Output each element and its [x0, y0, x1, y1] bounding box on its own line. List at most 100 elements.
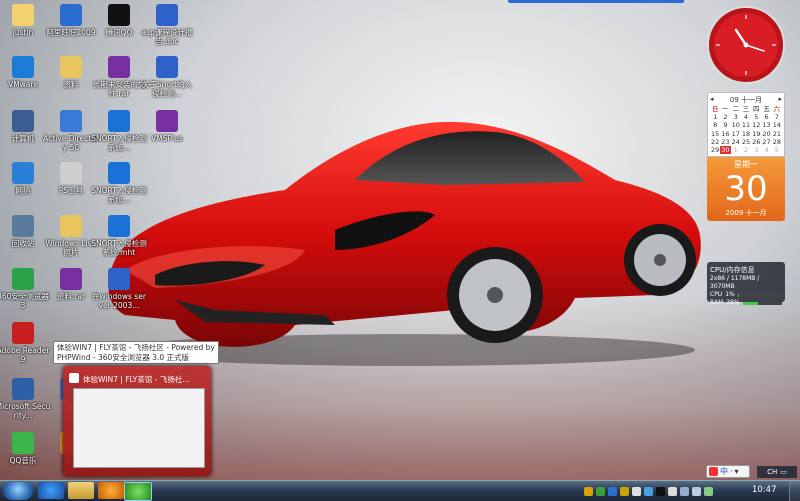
browser-icon [69, 373, 79, 383]
calendar-day[interactable]: 22 [710, 138, 720, 146]
desktop-icon-image [156, 56, 178, 78]
tray-network-icon[interactable] [680, 487, 689, 496]
calendar-gadget[interactable]: ◂ 09 十一月 ▸ 日一二三四五六1234567891011121314151… [707, 92, 785, 221]
top-edge-window [508, 0, 684, 3]
taskbar-clock[interactable]: 10:47 [752, 485, 777, 495]
desktop-icon-image [60, 110, 82, 132]
calendar-day[interactable]: 16 [720, 130, 730, 138]
calendar-day[interactable]: 2 [741, 146, 751, 154]
calendar-day[interactable]: 7 [772, 113, 782, 121]
desktop-icon-image [60, 268, 82, 290]
calendar-day[interactable]: 9 [720, 121, 730, 129]
desktop-icon-image [108, 110, 130, 132]
tray-globe-icon[interactable] [644, 487, 653, 496]
calendar-day[interactable]: 15 [710, 130, 720, 138]
ime-bar[interactable]: 中 · ▾ [706, 465, 750, 478]
tray-app-icon[interactable] [632, 487, 641, 496]
calendar-day[interactable]: 17 [731, 130, 741, 138]
desktop-icon-image [12, 4, 34, 26]
calendar-day[interactable]: 1 [731, 146, 741, 154]
calendar-weekday-header: 三 [741, 105, 751, 113]
desktop-icon-label: VMSPlus [139, 134, 195, 143]
calendar-weekday-header: 一 [720, 105, 730, 113]
calendar-year-month: 2009 十一月 [707, 208, 785, 218]
calendar-day[interactable]: 21 [772, 130, 782, 138]
taskbar-thumbnail-preview[interactable]: 体验WIN7 | FLY茶馆 - 飞扬社... [63, 366, 211, 476]
calendar-header: 09 十一月 [730, 95, 762, 105]
taskbar-360-browser-icon[interactable] [124, 482, 152, 501]
calendar-day[interactable]: 3 [751, 146, 761, 154]
desktop-icon[interactable]: SNORT入侵检测系统... [91, 162, 147, 204]
ime-mode[interactable]: 中 [720, 466, 728, 477]
tray-volume-icon[interactable] [692, 487, 701, 496]
desktop-icon-image [60, 215, 82, 237]
calendar-month-view: ◂ 09 十一月 ▸ 日一二三四五六1234567891011121314151… [707, 92, 785, 157]
tray-flag-icon[interactable] [668, 487, 677, 496]
ime-menu-icon[interactable]: ▾ [735, 467, 739, 476]
calendar-day[interactable]: 28 [772, 138, 782, 146]
desktop-icon-image [108, 4, 130, 26]
taskbar-media-player-icon[interactable] [98, 482, 124, 499]
calendar-day[interactable]: 24 [731, 138, 741, 146]
calendar-day[interactable]: 8 [710, 121, 720, 129]
tray-qq-icon[interactable] [656, 487, 665, 496]
calendar-day[interactable]: 10 [731, 121, 741, 129]
calendar-day[interactable]: 1 [710, 113, 720, 121]
tray-power-icon[interactable] [704, 487, 713, 496]
desktop-icon-image [60, 4, 82, 26]
ime-punct-icon[interactable]: · [730, 467, 733, 476]
language-code: CH [767, 468, 777, 476]
calendar-day[interactable]: 11 [741, 121, 751, 129]
desktop-icon[interactable]: 在windows server 2003... [91, 268, 147, 310]
calendar-day[interactable]: 5 [751, 113, 761, 121]
desktop-icon[interactable]: 关于Snort的入侵检测... [139, 56, 195, 98]
memory-info: 2x86 / 1178MB / 3070MB [710, 275, 782, 291]
desktop-icon[interactable]: Adobe Reader 9 [0, 322, 51, 364]
calendar-day[interactable]: 29 [710, 146, 720, 154]
calendar-day[interactable]: 26 [751, 138, 761, 146]
desktop-icon-image [12, 56, 34, 78]
calendar-day[interactable]: 19 [751, 130, 761, 138]
clock-gadget[interactable] [706, 5, 786, 85]
calendar-day[interactable]: 3 [731, 113, 741, 121]
taskbar-ie-icon[interactable] [38, 482, 64, 499]
calendar-day[interactable]: 23 [720, 138, 730, 146]
thumbnail-image [73, 388, 205, 468]
tray-shield-icon[interactable] [620, 487, 629, 496]
calendar-day[interactable]: 27 [761, 138, 771, 146]
calendar-day[interactable]: 12 [751, 121, 761, 129]
tray-security-icon[interactable] [596, 487, 605, 496]
calendar-day[interactable]: 14 [772, 121, 782, 129]
keyboard-icon: ▭ [780, 468, 787, 476]
calendar-day[interactable]: 20 [761, 130, 771, 138]
tray-user-icon[interactable] [584, 487, 593, 496]
prev-month-icon[interactable]: ◂ [710, 95, 714, 105]
desktop-icon[interactable]: SNORT入侵检测系统.mht [91, 215, 147, 257]
calendar-day[interactable]: 2 [720, 113, 730, 121]
calendar-day[interactable]: 4 [741, 113, 751, 121]
desktop-icon-label: 关于Snort的入侵检测... [139, 80, 195, 98]
calendar-day[interactable]: 6 [761, 113, 771, 121]
cpu-gadget-title: CPU/内存信息 [710, 265, 782, 275]
cpu-memory-gadget[interactable]: CPU/内存信息 2x86 / 1178MB / 3070MB CPU1% RA… [707, 262, 785, 302]
calendar-day[interactable]: 5 [772, 146, 782, 154]
calendar-day[interactable]: 30 [720, 146, 730, 154]
start-button[interactable] [3, 482, 33, 500]
calendar-day[interactable]: 25 [741, 138, 751, 146]
calendar-weekday-header: 日 [710, 105, 720, 113]
calendar-today-card: 星期一 30 2009 十一月 [707, 157, 785, 221]
desktop-icon-image [12, 432, 34, 454]
language-bar[interactable]: CH ▭ [757, 466, 797, 478]
desktop-icon[interactable]: VMSPlus [139, 110, 195, 143]
next-month-icon[interactable]: ▸ [778, 95, 782, 105]
desktop-icon-label: 在windows server 2003... [91, 292, 147, 310]
calendar-day[interactable]: 18 [741, 130, 751, 138]
taskbar-explorer-icon[interactable] [68, 482, 94, 499]
show-desktop-button[interactable] [789, 481, 800, 501]
calendar-day[interactable]: 4 [761, 146, 771, 154]
desktop-icon-image [108, 215, 130, 237]
tray-bluetooth-icon[interactable] [608, 487, 617, 496]
desktop-icon[interactable]: asp课程设计报告.doc [139, 4, 195, 46]
calendar-day[interactable]: 13 [761, 121, 771, 129]
desktop-icon-image [108, 268, 130, 290]
